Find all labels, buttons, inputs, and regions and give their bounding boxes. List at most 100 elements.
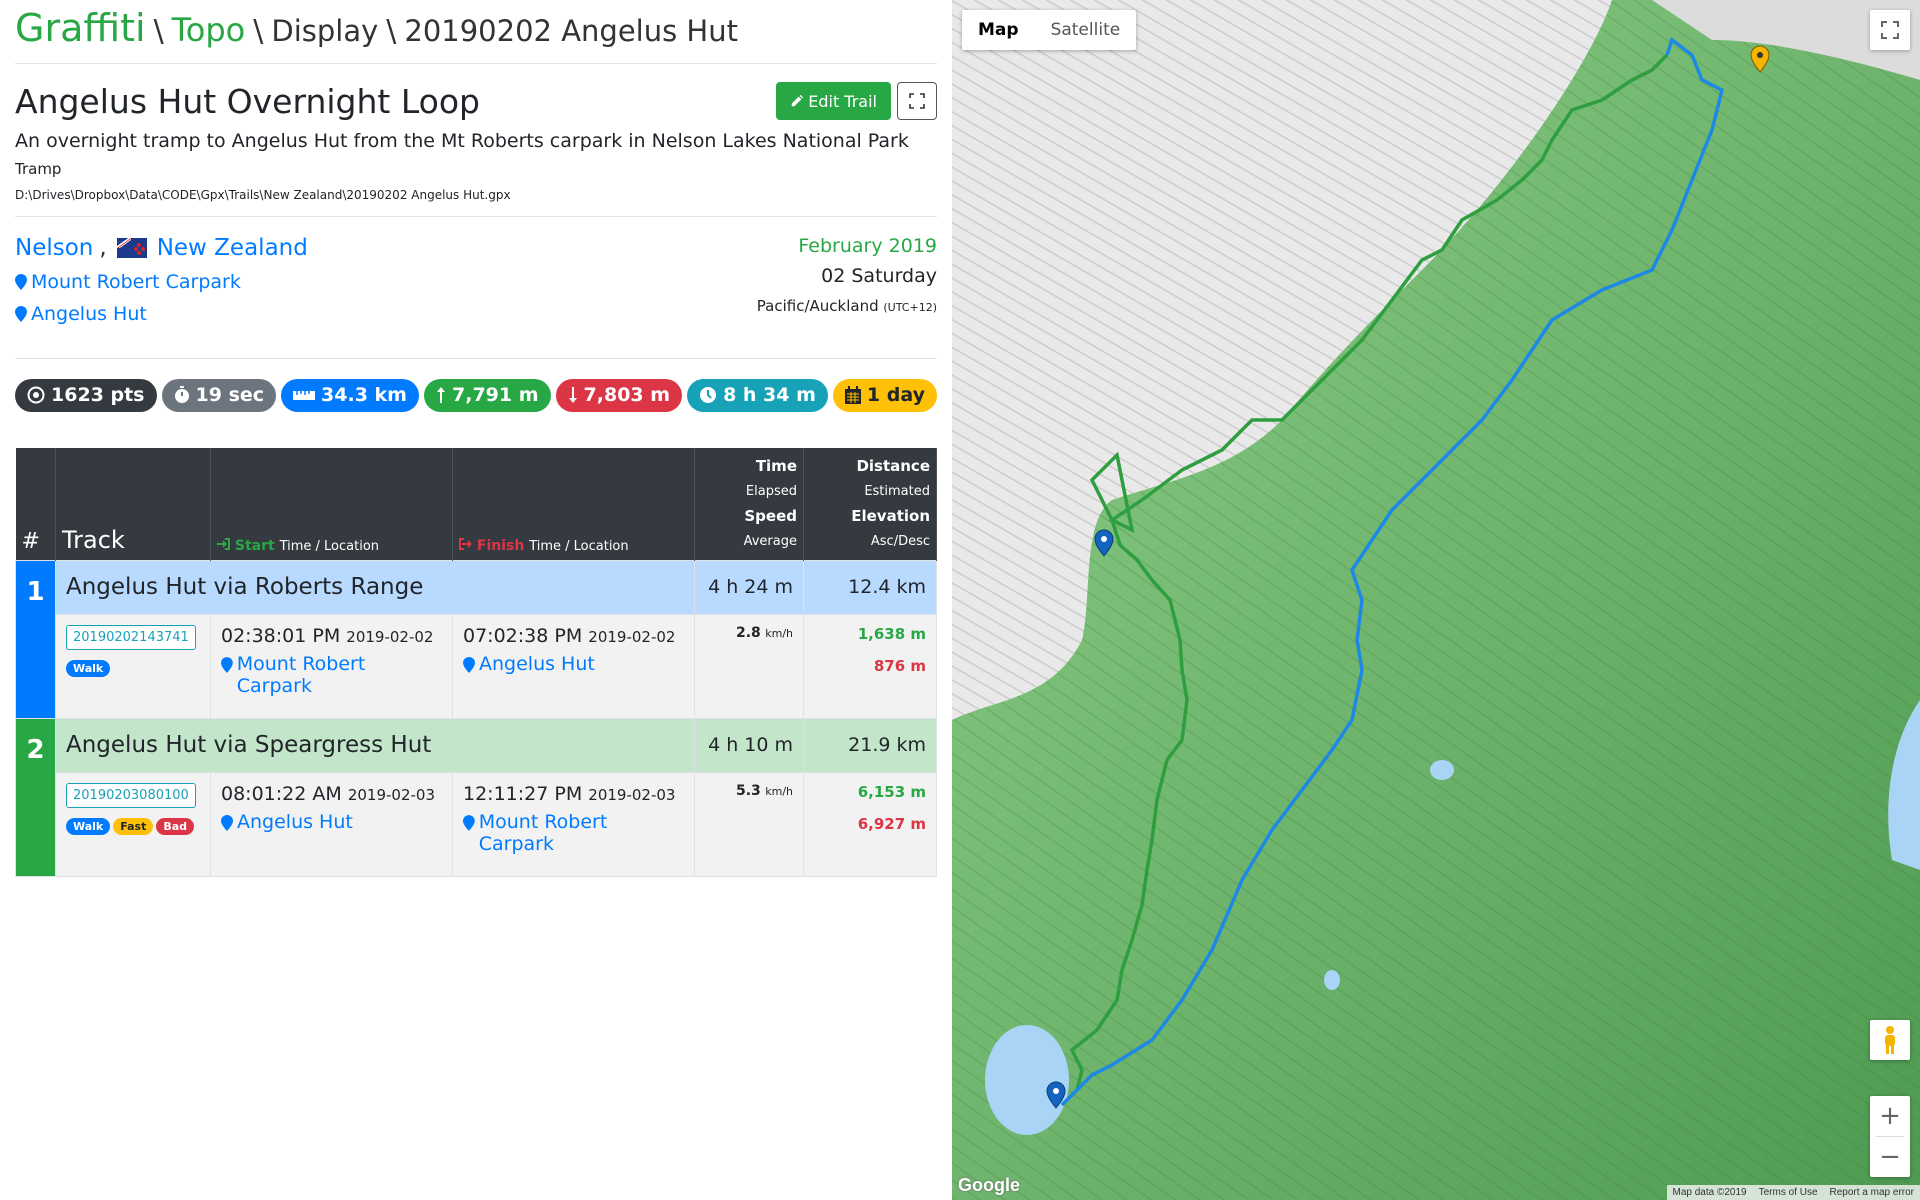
- map-marker-icon: [221, 814, 233, 831]
- tracks-table: # Track Start Time / Location Finish Tim…: [15, 447, 937, 877]
- start-location: Angelus Hut: [237, 810, 353, 833]
- ascent-value: 1,638 m: [857, 624, 926, 643]
- start-time: 02:38:01 PM: [221, 624, 341, 647]
- clock-icon: [700, 387, 717, 404]
- col-finish-sub: Time / Location: [529, 538, 629, 554]
- finish-location-link[interactable]: Angelus Hut: [463, 653, 684, 675]
- breadcrumb-separator: \: [253, 14, 264, 49]
- col-finish: Finish Time / Location: [452, 447, 695, 561]
- fullscreen-button[interactable]: [897, 82, 937, 120]
- breadcrumb-separator: \: [386, 14, 397, 49]
- tag-badge: Walk: [66, 659, 111, 677]
- map-marker-icon: [15, 273, 27, 290]
- edit-trail-label: Edit Trail: [808, 91, 877, 111]
- map-view[interactable]: Map Satellite + − Google Map data ©2019 …: [952, 0, 1920, 1200]
- trail-panel: Graffiti \ Topo \ Display \ 20190202 Ang…: [0, 0, 952, 1200]
- expand-icon: [909, 93, 925, 109]
- finish-date: 2019-02-03: [588, 785, 676, 804]
- finish-time: 07:02:38 PM: [463, 624, 583, 647]
- finish-date: 2019-02-02: [588, 627, 676, 646]
- col-average-label: Average: [743, 533, 797, 549]
- location-section: Nelson, New Zealand Mount Robert Carpark…: [15, 217, 937, 359]
- breadcrumb-display: Display: [271, 14, 379, 48]
- finish-location-link[interactable]: Mount Robert Carpark: [463, 811, 684, 855]
- brand-link[interactable]: Graffiti: [15, 6, 146, 50]
- map-marker-icon: [15, 305, 27, 322]
- zoom-out-button[interactable]: −: [1870, 1137, 1910, 1177]
- map-attribution: Map data ©2019 Terms of Use Report a map…: [1666, 1185, 1920, 1200]
- breadcrumb-topo[interactable]: Topo: [172, 11, 246, 49]
- distance-value: 34.3 km: [321, 384, 407, 407]
- google-logo[interactable]: Google: [958, 1175, 1020, 1196]
- map-data-label: Map data ©2019: [1672, 1187, 1747, 1198]
- target-icon: [27, 386, 45, 404]
- calendar-icon: [844, 386, 861, 405]
- place-link[interactable]: Angelus Hut: [15, 303, 308, 325]
- arrow-down-icon: [568, 387, 577, 404]
- breadcrumb-separator: \: [153, 14, 164, 49]
- track-name[interactable]: Angelus Hut via Roberts Range: [55, 559, 695, 615]
- satellite-tab[interactable]: Satellite: [1035, 10, 1137, 50]
- ascent-value: 6,153 m: [857, 782, 926, 801]
- terms-link[interactable]: Terms of Use: [1759, 1187, 1818, 1198]
- lake: [1324, 970, 1340, 990]
- descent-value: 7,803 m: [583, 384, 671, 407]
- avg-speed: 2.8: [735, 624, 761, 641]
- col-num: #: [15, 447, 56, 561]
- start-time: 08:01:22 AM: [221, 782, 342, 805]
- track-id-button[interactable]: 20190202143741: [66, 624, 196, 650]
- track-elapsed: 4 h 24 m: [694, 559, 804, 615]
- map-type-control: Map Satellite: [962, 10, 1137, 50]
- breadcrumb: Graffiti \ Topo \ Display \ 20190202 Ang…: [15, 0, 937, 64]
- track-name[interactable]: Angelus Hut via Speargress Hut: [55, 717, 695, 773]
- country-link[interactable]: New Zealand: [157, 235, 308, 261]
- timezone-offset: (UTC+12): [883, 300, 937, 314]
- sign-out-icon: [459, 537, 472, 550]
- map-marker-icon: [463, 656, 475, 673]
- descent-badge: 7,803 m: [555, 378, 683, 412]
- col-time-label: Time: [755, 456, 797, 475]
- fullscreen-icon: [1881, 21, 1899, 39]
- place-name: Mount Robert Carpark: [31, 270, 241, 293]
- report-error-link[interactable]: Report a map error: [1830, 1187, 1914, 1198]
- table-row: 20190202143741 Walk 02:38:01 PM 2019-02-…: [16, 613, 937, 719]
- timezone: Pacific/Auckland: [756, 296, 879, 315]
- start-location: Mount Robert Carpark: [236, 652, 366, 697]
- lake: [1430, 760, 1454, 780]
- col-speed-label: Speed: [744, 506, 797, 525]
- trail-description: An overnight tramp to Angelus Hut from t…: [15, 129, 909, 152]
- days-value: 1 day: [866, 384, 925, 407]
- place-link[interactable]: Mount Robert Carpark: [15, 271, 308, 293]
- start-location-link[interactable]: Angelus Hut: [221, 811, 442, 833]
- ruler-icon: [293, 391, 316, 401]
- col-time: Time Elapsed Speed Average: [694, 447, 804, 561]
- place-name: Angelus Hut: [31, 302, 147, 325]
- col-finish-label: Finish: [476, 537, 525, 554]
- sign-in-icon: [217, 537, 230, 550]
- map-tab[interactable]: Map: [962, 10, 1035, 50]
- speed-unit: km/h: [765, 784, 793, 798]
- pencil-icon: [791, 94, 804, 107]
- ascent-value: 7,791 m: [452, 384, 539, 407]
- street-view-button[interactable]: [1870, 1020, 1910, 1060]
- track-id-button[interactable]: 20190203080100: [66, 782, 196, 808]
- duration-badge: 8 h 34 m: [687, 378, 828, 412]
- table-row: 1 Angelus Hut via Roberts Range 4 h 24 m…: [15, 559, 937, 719]
- breadcrumb-current: 20190202 Angelus Hut: [404, 14, 738, 48]
- map-marker-icon: [221, 656, 233, 673]
- tag-badge: Walk: [66, 817, 111, 835]
- col-start-sub: Time / Location: [279, 538, 380, 554]
- region-link[interactable]: Nelson: [15, 235, 93, 261]
- col-elevation-label: Elevation: [851, 506, 930, 525]
- col-track: Track: [55, 447, 211, 561]
- start-location-link[interactable]: Mount Robert Carpark: [221, 653, 442, 697]
- nz-flag-icon: [116, 237, 147, 258]
- trail-month: February 2019: [798, 234, 937, 257]
- track-number: 1: [15, 559, 56, 719]
- terrain-map[interactable]: [952, 0, 1920, 1200]
- zoom-in-button[interactable]: +: [1870, 1096, 1910, 1136]
- duration-value: 8 h 34 m: [723, 384, 816, 407]
- map-fullscreen-button[interactable]: [1870, 10, 1910, 50]
- edit-trail-button[interactable]: Edit Trail: [776, 82, 891, 120]
- finish-location: Angelus Hut: [479, 652, 595, 675]
